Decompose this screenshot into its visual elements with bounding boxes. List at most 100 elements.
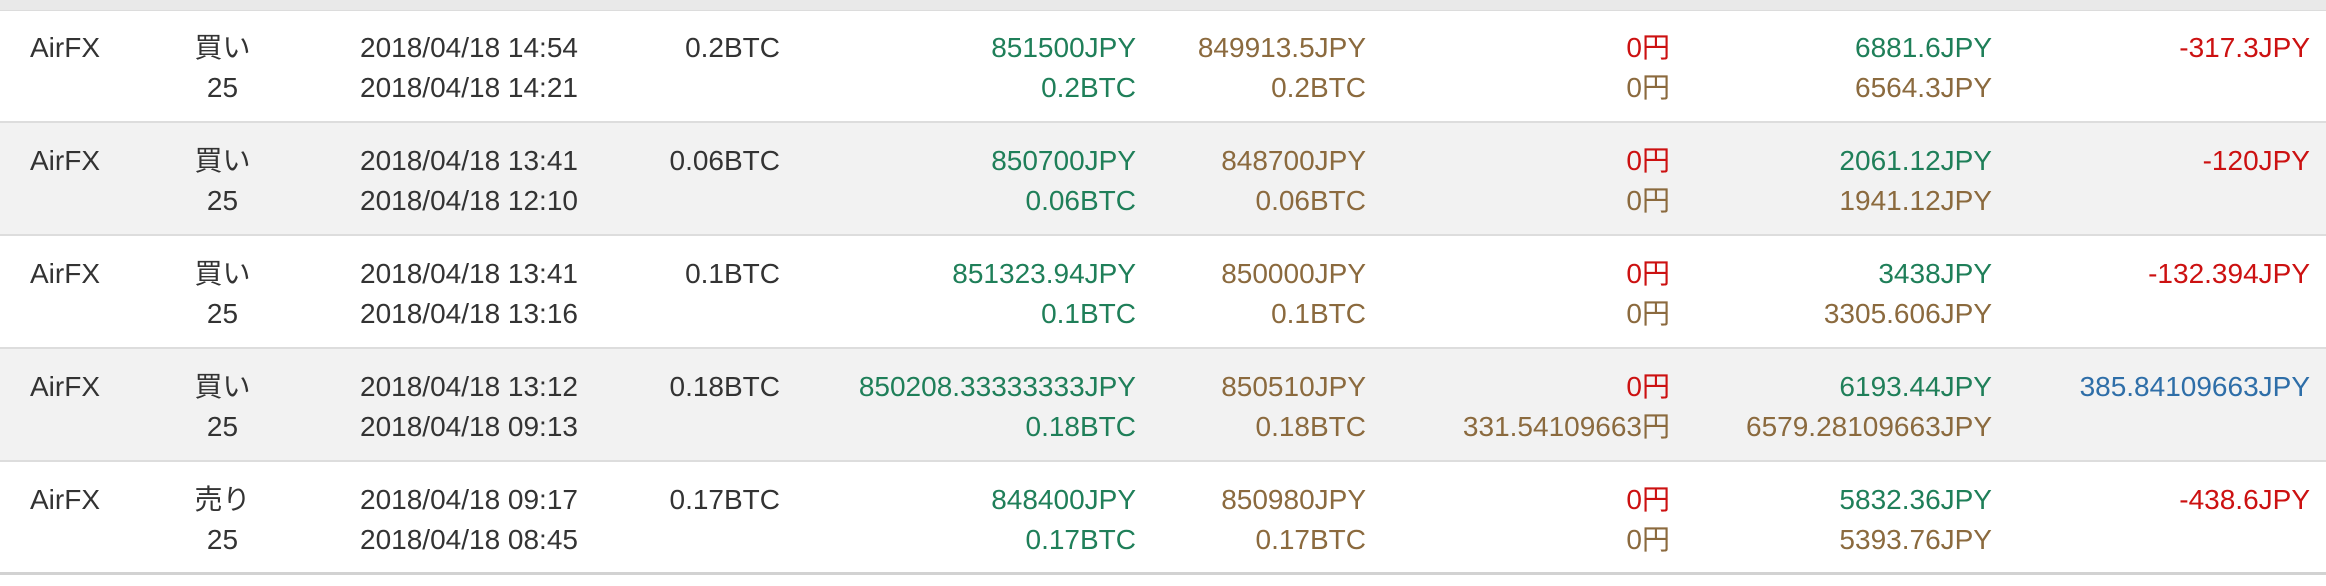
entry-cell: 851323.94JPY 0.1BTC	[820, 236, 1136, 347]
close-datetime: 2018/04/18 14:54	[360, 32, 578, 63]
exit-price: 849913.5JPY	[1197, 32, 1366, 63]
amount-cell: 0.2BTC	[600, 10, 780, 121]
exit-price: 850980JPY	[1221, 484, 1366, 515]
fee-primary: 0円	[1626, 145, 1670, 176]
entry-price: 851500JPY	[991, 32, 1136, 63]
fee-cell: 0円 0円	[1370, 236, 1670, 347]
profit-loss: -132.394JPY	[2148, 258, 2310, 289]
exit-size: 0.18BTC	[1255, 411, 1367, 442]
datetime-cell: 2018/04/18 14:54 2018/04/18 14:21	[360, 10, 640, 121]
exchange-name: AirFX	[30, 484, 100, 515]
leverage: 25	[206, 298, 239, 329]
fee-cell: 0円 0円	[1370, 10, 1670, 121]
exchange-cell: AirFX	[30, 123, 150, 234]
entry-price: 850208.33333333JPY	[858, 371, 1136, 402]
side-cell: 買い 25	[150, 349, 295, 460]
entry-size: 0.17BTC	[1025, 524, 1137, 555]
exit-cell: 849913.5JPY 0.2BTC	[1140, 10, 1366, 121]
value-cell: 5832.36JPY 5393.76JPY	[1700, 462, 1992, 572]
exit-cell: 850000JPY 0.1BTC	[1140, 236, 1366, 347]
exit-price: 848700JPY	[1221, 145, 1366, 176]
trade-history-table: AirFX 買い 25 2018/04/18 14:54 2018/04/18 …	[0, 0, 2326, 586]
trade-side: 買い	[194, 258, 251, 289]
value-primary: 6881.6JPY	[1855, 32, 1992, 63]
datetime-cell: 2018/04/18 13:41 2018/04/18 13:16	[360, 236, 640, 347]
value-cell: 3438JPY 3305.606JPY	[1700, 236, 1992, 347]
exit-price: 850510JPY	[1221, 371, 1366, 402]
trade-rows: AirFX 買い 25 2018/04/18 14:54 2018/04/18 …	[0, 10, 2326, 575]
value-primary: 2061.12JPY	[1839, 145, 1992, 176]
exchange-cell: AirFX	[30, 462, 150, 572]
table-row[interactable]: AirFX 買い 25 2018/04/18 13:12 2018/04/18 …	[0, 349, 2326, 462]
fee-primary: 0円	[1626, 484, 1670, 515]
trade-side: 買い	[194, 145, 251, 176]
datetime-cell: 2018/04/18 09:17 2018/04/18 08:45	[360, 462, 640, 572]
open-datetime: 2018/04/18 09:13	[360, 411, 578, 442]
entry-price: 850700JPY	[991, 145, 1136, 176]
trade-amount: 0.18BTC	[669, 371, 781, 402]
value-primary: 3438JPY	[1878, 258, 1992, 289]
value-secondary: 3305.606JPY	[1823, 298, 1992, 329]
profit-loss: -438.6JPY	[2179, 484, 2310, 515]
value-secondary: 6579.28109663JPY	[1746, 411, 1992, 442]
trade-side: 売り	[194, 484, 251, 515]
trade-side: 買い	[194, 32, 251, 63]
amount-cell: 0.1BTC	[600, 236, 780, 347]
entry-cell: 850208.33333333JPY 0.18BTC	[820, 349, 1136, 460]
side-cell: 買い 25	[150, 236, 295, 347]
value-cell: 2061.12JPY 1941.12JPY	[1700, 123, 1992, 234]
profit-loss: 385.84109663JPY	[2079, 371, 2310, 402]
entry-cell: 848400JPY 0.17BTC	[820, 462, 1136, 572]
exit-size: 0.1BTC	[1271, 298, 1366, 329]
table-row[interactable]: AirFX 買い 25 2018/04/18 14:54 2018/04/18 …	[0, 10, 2326, 123]
pnl-cell: -317.3JPY	[2000, 10, 2310, 121]
value-secondary: 6564.3JPY	[1855, 72, 1992, 103]
leverage: 25	[206, 72, 239, 103]
profit-loss: -317.3JPY	[2179, 32, 2310, 63]
fee-primary: 0円	[1626, 258, 1670, 289]
trade-amount: 0.1BTC	[685, 258, 780, 289]
value-secondary: 1941.12JPY	[1839, 185, 1992, 216]
fee-secondary: 331.54109663円	[1462, 411, 1670, 442]
side-cell: 売り 25	[150, 462, 295, 572]
entry-price: 851323.94JPY	[952, 258, 1136, 289]
entry-size: 0.2BTC	[1041, 72, 1136, 103]
value-cell: 6881.6JPY 6564.3JPY	[1700, 10, 1992, 121]
close-datetime: 2018/04/18 09:17	[360, 484, 578, 515]
trade-amount: 0.2BTC	[685, 32, 780, 63]
datetime-cell: 2018/04/18 13:12 2018/04/18 09:13	[360, 349, 640, 460]
trade-amount: 0.06BTC	[669, 145, 781, 176]
exit-size: 0.2BTC	[1271, 72, 1366, 103]
table-row[interactable]: AirFX 買い 25 2018/04/18 13:41 2018/04/18 …	[0, 236, 2326, 349]
close-datetime: 2018/04/18 13:41	[360, 145, 578, 176]
leverage: 25	[206, 411, 239, 442]
pnl-cell: -132.394JPY	[2000, 236, 2310, 347]
value-secondary: 5393.76JPY	[1839, 524, 1992, 555]
entry-size: 0.1BTC	[1041, 298, 1136, 329]
entry-cell: 850700JPY 0.06BTC	[820, 123, 1136, 234]
exchange-name: AirFX	[30, 258, 100, 289]
close-datetime: 2018/04/18 13:41	[360, 258, 578, 289]
exit-size: 0.06BTC	[1255, 185, 1367, 216]
exchange-cell: AirFX	[30, 236, 150, 347]
exit-cell: 848700JPY 0.06BTC	[1140, 123, 1366, 234]
exchange-name: AirFX	[30, 32, 100, 63]
open-datetime: 2018/04/18 13:16	[360, 298, 578, 329]
close-datetime: 2018/04/18 13:12	[360, 371, 578, 402]
open-datetime: 2018/04/18 14:21	[360, 72, 578, 103]
amount-cell: 0.06BTC	[600, 123, 781, 234]
pnl-cell: 385.84109663JPY	[2000, 349, 2310, 460]
amount-cell: 0.17BTC	[600, 462, 781, 572]
value-primary: 5832.36JPY	[1839, 484, 1992, 515]
exit-cell: 850510JPY 0.18BTC	[1140, 349, 1366, 460]
open-datetime: 2018/04/18 08:45	[360, 524, 578, 555]
pnl-cell: -120JPY	[2000, 123, 2310, 234]
profit-loss: -120JPY	[2202, 145, 2310, 176]
table-row[interactable]: AirFX 売り 25 2018/04/18 09:17 2018/04/18 …	[0, 462, 2326, 575]
entry-size: 0.06BTC	[1025, 185, 1137, 216]
open-datetime: 2018/04/18 12:10	[360, 185, 578, 216]
table-row[interactable]: AirFX 買い 25 2018/04/18 13:41 2018/04/18 …	[0, 123, 2326, 236]
exchange-name: AirFX	[30, 145, 100, 176]
fee-primary: 0円	[1626, 32, 1670, 63]
leverage: 25	[206, 524, 239, 555]
